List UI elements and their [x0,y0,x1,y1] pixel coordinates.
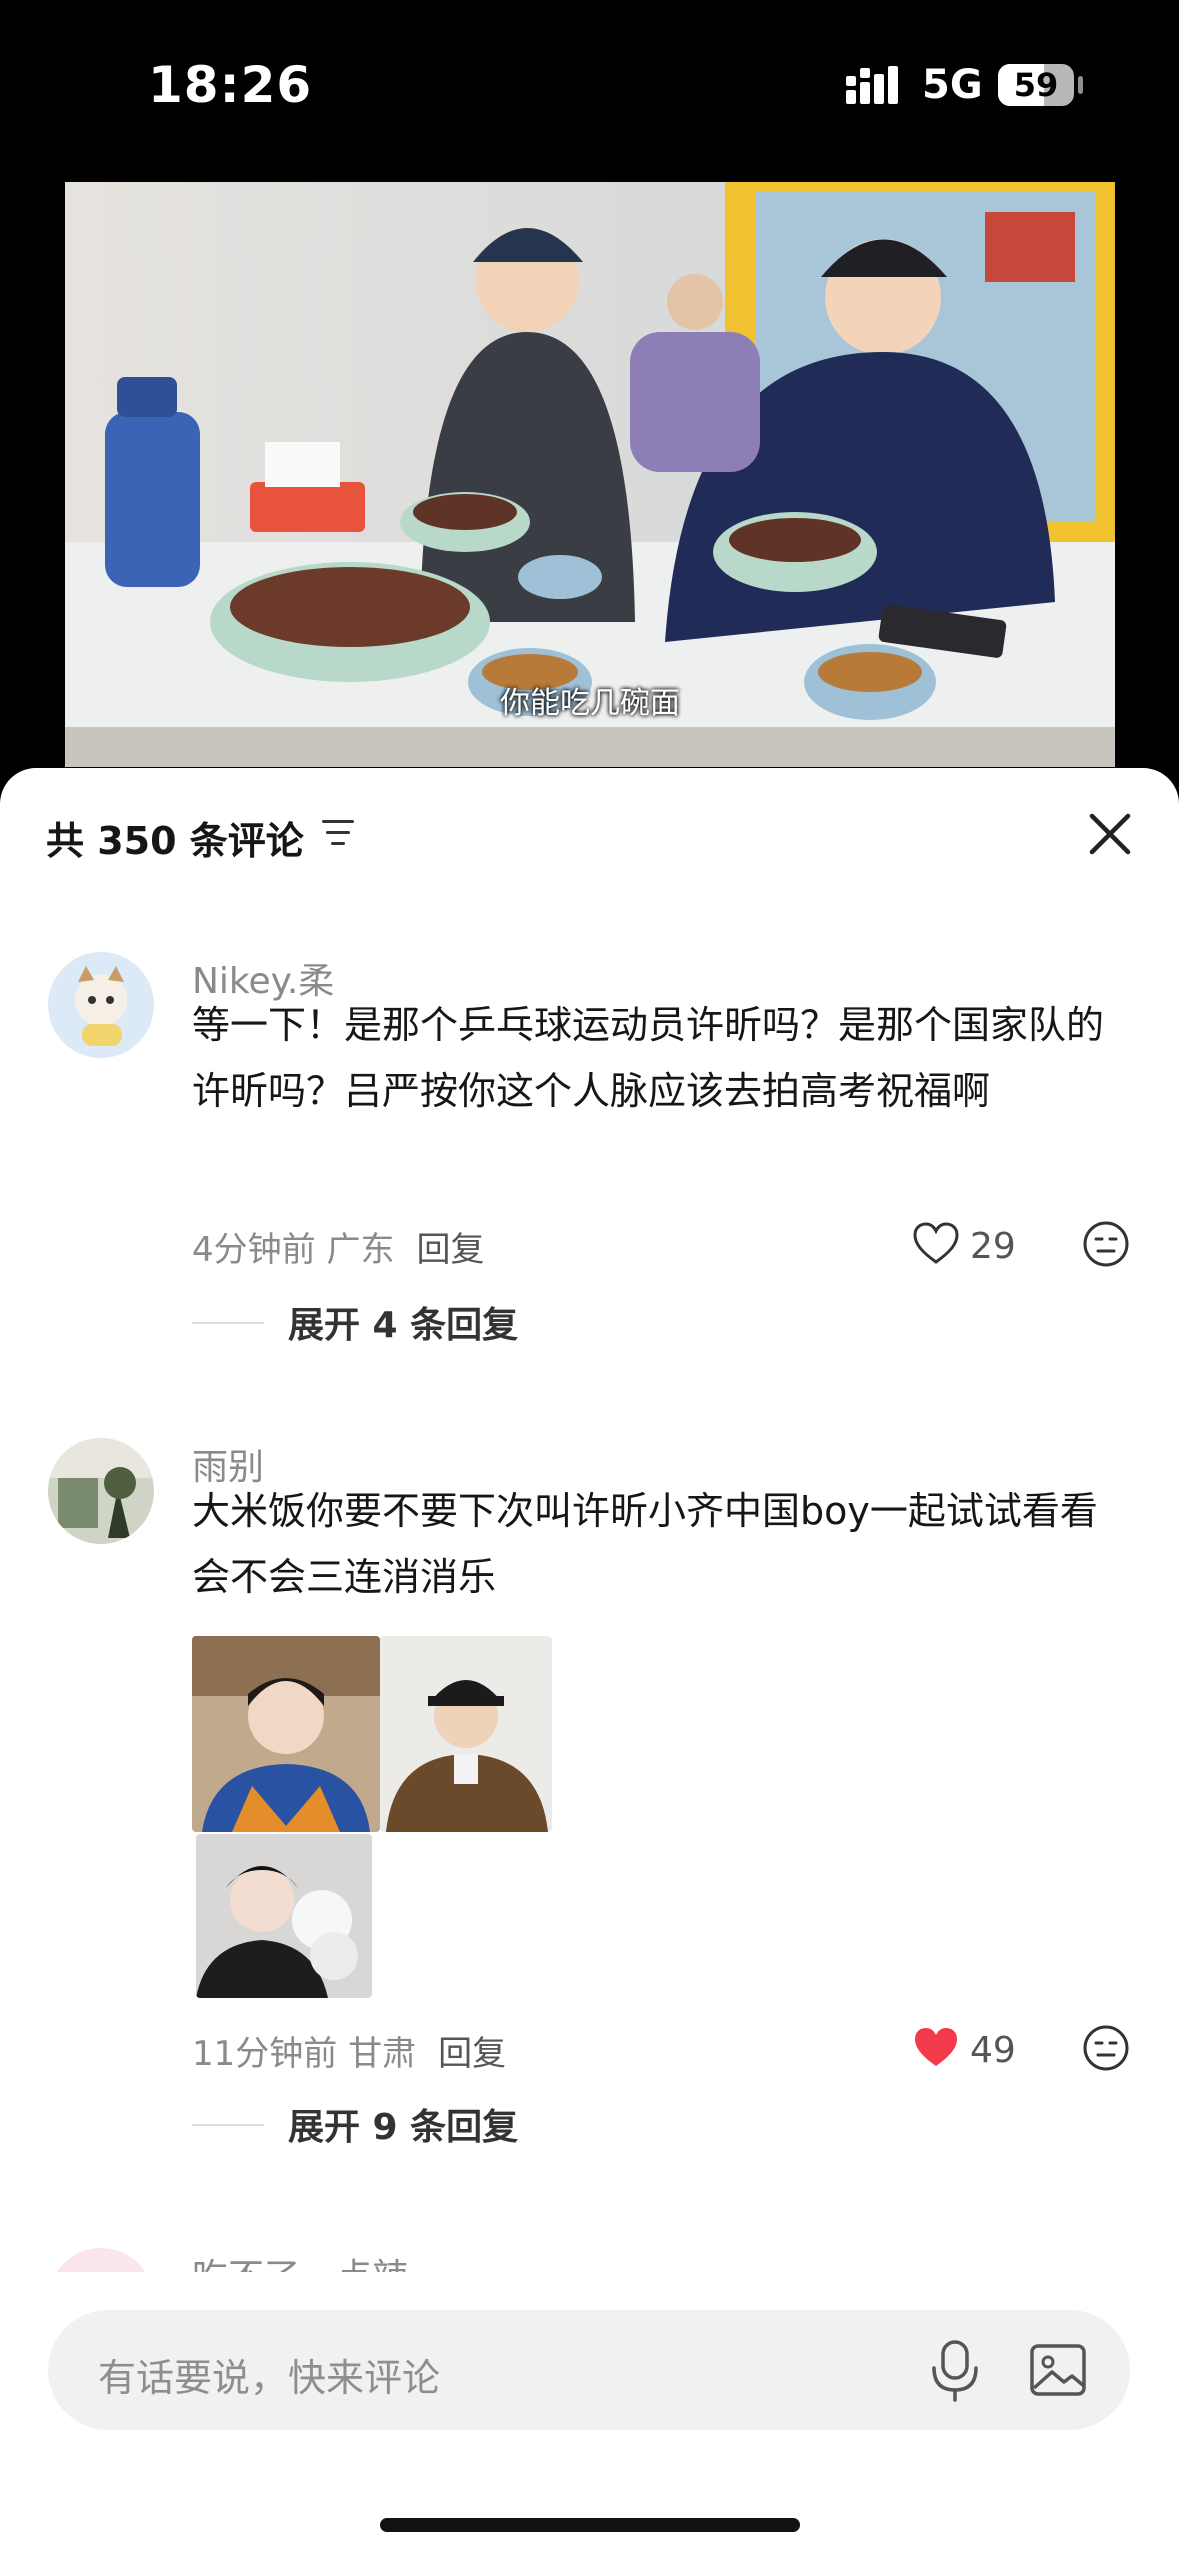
like-count: 49 [970,2030,1016,2071]
network-type: 5G [922,62,983,108]
status-bar: 18:26 5G 59 [0,0,1179,180]
video-player[interactable]: 你能吃几碗面 [65,182,1115,767]
avatar[interactable] [48,1438,154,1544]
heart-icon[interactable] [912,1222,960,1266]
signal-icon [846,66,898,104]
microphone-icon[interactable] [928,2338,982,2404]
attached-photo[interactable] [196,1834,372,1998]
status-time: 18:26 [148,56,313,114]
comment-meta: 11分钟前 甘肃 回复 [192,2026,506,2075]
comment-input[interactable]: 有话要说，快来评论 [48,2310,1130,2430]
battery-icon: 59 [998,64,1074,106]
close-icon[interactable] [1086,810,1134,858]
comment-text: 大米饭你要不要下次叫许昕小齐中国boy一起试试看看会不会三连消消乐 [192,1489,1098,1599]
image-picker-icon[interactable] [1028,2340,1088,2400]
expand-replies-label: 展开 9 条回复 [288,2107,519,2148]
comment-time-location: 11分钟前 甘肃 [192,2034,417,2074]
divider [192,2124,264,2126]
video-subtitle: 你能吃几碗面 [500,686,680,721]
input-placeholder: 有话要说，快来评论 [98,2356,441,2400]
reaction-face-icon[interactable] [1082,2024,1130,2072]
comment-time-location: 4分钟前 广东 [192,1230,395,1270]
reply-button[interactable]: 回复 [416,1230,484,1270]
attached-photo[interactable] [380,1636,552,1832]
home-indicator [380,2518,800,2532]
like-count: 29 [970,1226,1016,1267]
battery-tip [1078,76,1083,94]
comment-count-title: 共 350 条评论 [46,819,304,863]
sort-filter-icon[interactable] [322,818,356,848]
divider [192,1322,264,1324]
comment-input-bar: 有话要说，快来评论 [0,2272,1179,2556]
avatar[interactable] [48,952,154,1058]
comment-meta: 4分钟前 广东 回复 [192,1222,484,1271]
expand-replies-label: 展开 4 条回复 [288,1305,519,1346]
reaction-face-icon[interactable] [1082,1220,1130,1268]
heart-filled-icon[interactable] [912,2026,960,2070]
comment-text: 等一下！是那个乒乓球运动员许昕吗？是那个国家队的许昕吗？吕严按你这个人脉应该去拍… [192,1003,1105,1113]
battery-level: 59 [1013,66,1059,104]
attached-photo[interactable] [192,1636,380,1832]
reply-button[interactable]: 回复 [438,2034,506,2074]
